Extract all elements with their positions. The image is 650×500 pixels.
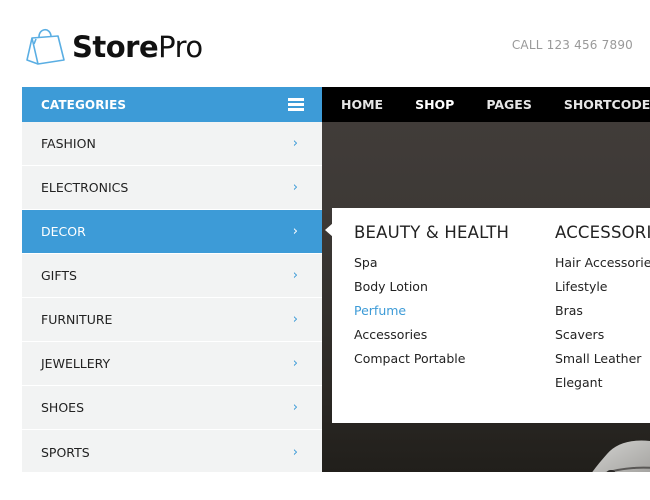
brand-name: StorePro [72, 30, 203, 64]
chevron-right-icon: › [292, 444, 298, 460]
mega-column-accessories: ACCESSORIES Hair Accessories Lifestyle B… [555, 223, 650, 395]
category-label: FASHION [41, 136, 96, 151]
mega-link-bras[interactable]: Bras [555, 299, 650, 323]
chevron-right-icon: › [292, 180, 298, 195]
brand-name-bold: Store [72, 30, 159, 64]
hamburger-icon[interactable] [288, 98, 304, 111]
chevron-right-icon: › [292, 136, 298, 151]
mega-link-hair-accessories[interactable]: Hair Accessories [555, 251, 650, 275]
mega-link-body-lotion[interactable]: Body Lotion [354, 275, 509, 299]
category-label: ELECTRONICS [41, 180, 129, 195]
mega-link-scavers[interactable]: Scavers [555, 323, 650, 347]
phone-number: CALL 123 456 7890 [511, 38, 633, 52]
category-label: DECOR [41, 224, 86, 239]
sidebar-item-gifts[interactable]: GIFTS › [22, 254, 322, 298]
mega-link-perfume[interactable]: Perfume [354, 299, 509, 323]
nav-pages[interactable]: PAGES [486, 97, 532, 112]
categories-header: CATEGORIES [22, 87, 322, 122]
mega-link-small-leather[interactable]: Small Leather [555, 347, 650, 371]
category-label: FURNITURE [41, 312, 113, 327]
decor-mega-menu: BEAUTY & HEALTH Spa Body Lotion Perfume … [332, 208, 650, 423]
sidebar-item-electronics[interactable]: ELECTRONICS › [22, 166, 322, 210]
category-label: SPORTS [41, 444, 90, 460]
chevron-right-icon: › [292, 312, 298, 327]
chevron-right-icon: › [292, 356, 298, 371]
sidebar-item-shoes[interactable]: SHOES › [22, 386, 322, 430]
categories-title: CATEGORIES [41, 97, 127, 112]
categories-sidebar: CATEGORIES FASHION › ELECTRONICS › DECOR › … [22, 87, 322, 472]
nav-shop[interactable]: SHOP [415, 97, 454, 112]
mega-column-heading[interactable]: BEAUTY & HEALTH [354, 223, 509, 242]
chevron-right-icon: › [292, 268, 298, 283]
chevron-right-icon: › [292, 224, 298, 239]
logo[interactable]: StorePro [24, 26, 203, 68]
main-nav: HOME SHOP PAGES SHORTCODES [322, 87, 650, 122]
sidebar-item-sports[interactable]: SPORTS › [22, 430, 322, 474]
shopping-bag-icon [26, 28, 65, 65]
chevron-right-icon: › [292, 400, 298, 415]
sidebar-item-jewellery[interactable]: JEWELLERY › [22, 342, 322, 386]
mega-link-spa[interactable]: Spa [354, 251, 509, 275]
mega-column-beauty-health: BEAUTY & HEALTH Spa Body Lotion Perfume … [354, 223, 509, 371]
mega-link-accessories[interactable]: Accessories [354, 323, 509, 347]
category-list: FASHION › ELECTRONICS › DECOR › GIFTS › FURN… [22, 122, 322, 474]
nav-shortcodes[interactable]: SHORTCODES [564, 97, 650, 112]
category-label: SHOES [41, 400, 85, 415]
shoe-image [592, 440, 650, 472]
mega-link-lifestyle[interactable]: Lifestyle [555, 275, 650, 299]
category-label: JEWELLERY [41, 356, 111, 371]
mega-column-heading[interactable]: ACCESSORIES [555, 223, 650, 242]
category-label: GIFTS [41, 268, 77, 283]
sidebar-item-decor[interactable]: DECOR › [22, 210, 322, 254]
mega-link-elegant[interactable]: Elegant [555, 371, 650, 395]
sidebar-item-fashion[interactable]: FASHION › [22, 122, 322, 166]
sidebar-item-furniture[interactable]: FURNITURE › [22, 298, 322, 342]
nav-home[interactable]: HOME [341, 97, 383, 112]
brand-name-light: Pro [158, 30, 203, 64]
mega-link-compact-portable[interactable]: Compact Portable [354, 347, 509, 371]
